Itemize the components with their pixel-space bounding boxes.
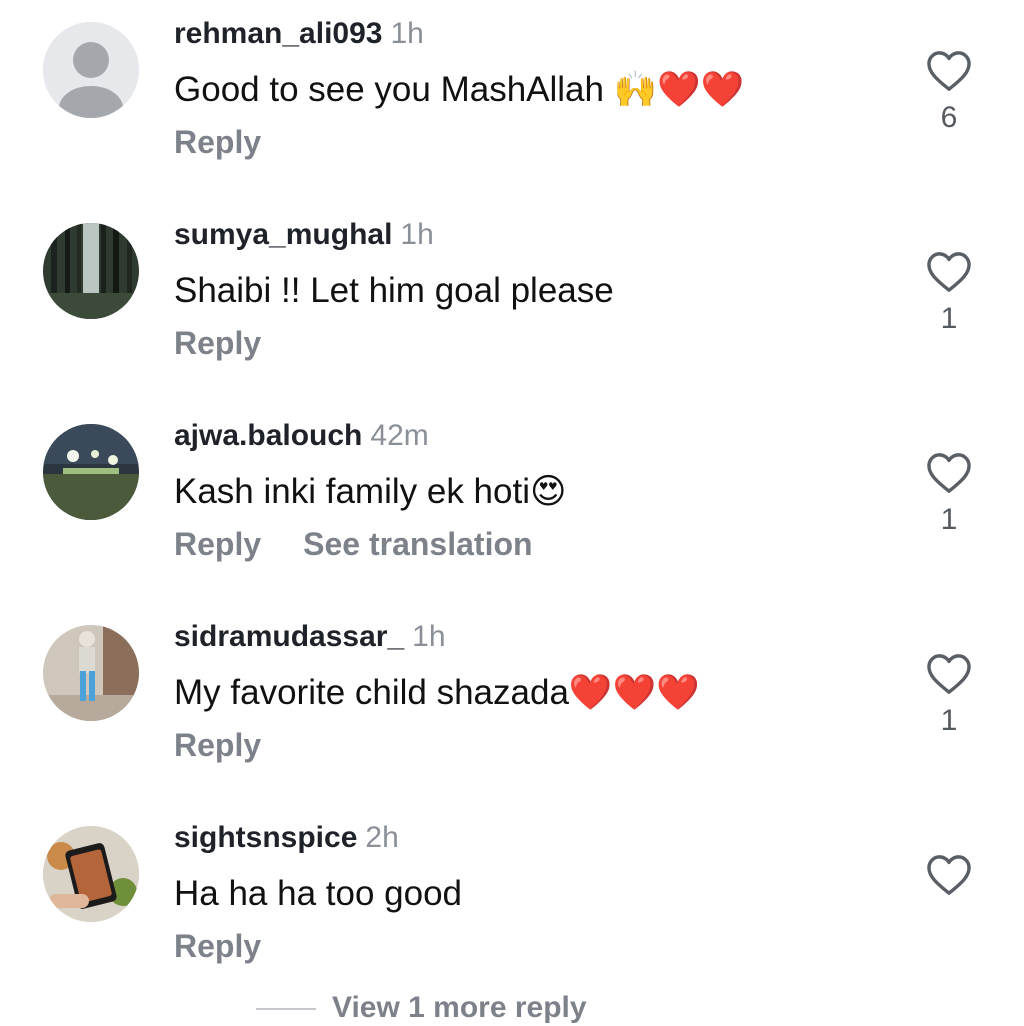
reply-button[interactable]: Reply [174,325,261,361]
comment-text: Shaibi !! Let him goal please [174,271,614,310]
comment-item: sidramudassar_ 1h My favorite child shaza… [0,603,1024,803]
like-count: 1 [940,704,958,737]
see-translation-button[interactable]: See translation [303,526,532,562]
comment-meta: sidramudassar_ 1h [174,619,446,655]
forest-photo-icon [43,223,139,319]
comment-meta: sumya_mughal 1h [174,217,434,253]
username[interactable]: sightsnspice [174,821,357,854]
view-more-replies-button[interactable]: View 1 more reply [256,990,587,1026]
timestamp: 1h [400,218,434,251]
timestamp: 42m [370,419,429,452]
timestamp: 1h [412,620,446,653]
view-more-replies-label[interactable]: View 1 more reply [332,991,587,1024]
comment-meta: ajwa.balouch 42m [174,418,429,454]
default-person-icon [43,22,139,118]
comment-actions: Reply See translation [174,524,575,564]
comment-actions: Reply [174,323,303,363]
heart-icon[interactable] [926,251,972,293]
avatar[interactable] [43,223,139,319]
timestamp: 1h [390,17,424,50]
comment-actions: Reply [174,926,303,966]
username[interactable]: sumya_mughal [174,218,392,251]
username[interactable]: rehman_ali093 [174,17,382,50]
comment-item: rehman_ali093 1h Good to see you MashAlla… [0,0,1024,200]
like-button[interactable]: 1 [926,653,972,741]
avatar[interactable] [43,22,139,118]
timestamp: 2h [365,821,399,854]
like-count: 6 [940,101,958,134]
comment-text: My favorite child shazada❤️❤️❤️ [174,673,700,712]
comment-text: Good to see you MashAllah 🙌❤️❤️ [174,70,745,109]
night-lights-photo-icon [43,424,139,520]
comment-text: Ha ha ha too good [174,874,463,913]
comment-actions: Reply [174,725,303,765]
reply-button[interactable]: Reply [174,928,261,964]
comment-item: sightsnspice 2h Ha ha ha too good Reply [0,804,1024,1004]
heart-icon[interactable] [926,452,972,494]
divider-line [256,1008,316,1011]
avatar[interactable] [43,625,139,721]
heart-icon[interactable] [926,653,972,695]
comment-text: Kash inki family ek hoti😍 [174,472,567,511]
like-button[interactable]: 1 [926,251,972,339]
like-button[interactable]: 6 [926,50,972,138]
avatar[interactable] [43,826,139,922]
username[interactable]: sidramudassar_ [174,620,404,653]
like-button[interactable]: 1 [926,452,972,540]
food-phone-photo-icon [43,826,139,922]
reply-button[interactable]: Reply [174,526,261,562]
like-count: 1 [940,503,958,536]
comment-meta: rehman_ali093 1h [174,16,424,52]
comment-item: sumya_mughal 1h Shaibi !! Let him goal pl… [0,201,1024,401]
avatar[interactable] [43,424,139,520]
comment-actions: Reply [174,122,303,162]
comment-item: ajwa.balouch 42m Kash inki family ek hoti… [0,402,1024,602]
heart-icon[interactable] [926,50,972,92]
reply-button[interactable]: Reply [174,727,261,763]
person-photo-icon [43,625,139,721]
comment-meta: sightsnspice 2h [174,820,399,856]
heart-icon[interactable] [926,854,972,896]
reply-button[interactable]: Reply [174,124,261,160]
username[interactable]: ajwa.balouch [174,419,362,452]
like-button[interactable] [926,854,972,902]
like-count: 1 [940,302,958,335]
